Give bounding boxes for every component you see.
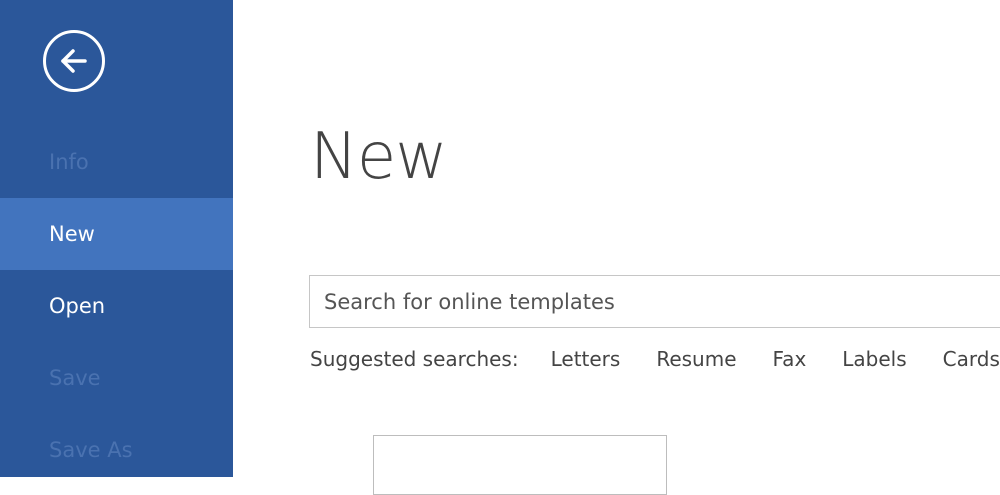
suggested-searches-label: Suggested searches: xyxy=(310,347,519,371)
sidebar-item-save-as[interactable]: Save As xyxy=(0,414,233,486)
suggested-link-fax[interactable]: Fax xyxy=(773,347,807,371)
sidebar-item-open[interactable]: Open xyxy=(0,270,233,342)
backstage-sidebar: Info New Open Save Save As xyxy=(0,0,233,477)
sidebar-item-label: Info xyxy=(49,150,89,174)
template-thumbnail[interactable] xyxy=(373,435,667,495)
suggested-searches: Suggested searches: Letters Resume Fax L… xyxy=(310,347,1000,371)
suggested-link-labels[interactable]: Labels xyxy=(842,347,906,371)
template-search-box[interactable] xyxy=(309,275,1000,328)
back-button[interactable] xyxy=(43,30,105,92)
sidebar-item-label: Save xyxy=(49,366,101,390)
back-arrow-icon xyxy=(61,49,87,73)
sidebar-item-label: Open xyxy=(49,294,106,318)
suggested-link-cards[interactable]: Cards xyxy=(943,347,1000,371)
search-input[interactable] xyxy=(310,276,1000,327)
sidebar-item-info[interactable]: Info xyxy=(0,126,233,198)
sidebar-item-label: Save As xyxy=(49,438,133,462)
sidebar-item-save[interactable]: Save xyxy=(0,342,233,414)
main-panel: New Suggested searches: Letters Resume F… xyxy=(233,0,1000,495)
sidebar-item-label: New xyxy=(49,222,95,246)
sidebar-item-new[interactable]: New xyxy=(0,198,233,270)
suggested-link-letters[interactable]: Letters xyxy=(551,347,621,371)
page-title: New xyxy=(310,120,448,194)
suggested-link-resume[interactable]: Resume xyxy=(656,347,736,371)
